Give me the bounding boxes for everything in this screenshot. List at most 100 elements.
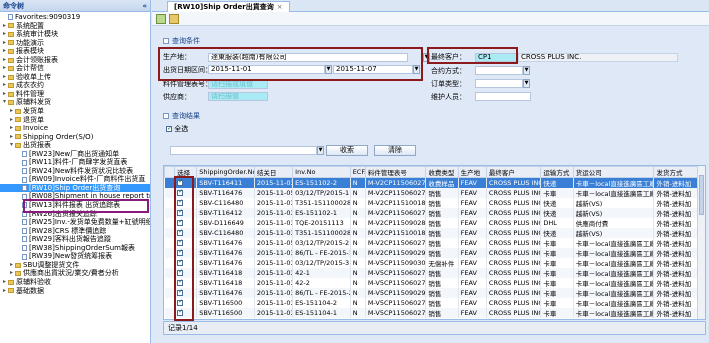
column-header[interactable]: 收费类型 (425, 166, 459, 178)
chevron-down-icon[interactable]: ▼ (317, 146, 324, 155)
expand-toggle-icon[interactable]: ▸ (8, 269, 15, 278)
close-icon[interactable]: × (277, 3, 283, 11)
tree-item[interactable]: [RW23]New厂商出货通知单 (0, 150, 150, 159)
tree-item[interactable]: ▸ Invoice (0, 124, 150, 133)
tree-item[interactable]: ▸ 供應商出貨狀況/業交/費者分析 (0, 269, 150, 278)
table-row[interactable]: SBV-D1166492015-11-03TQE-20151113NM-V2CP… (164, 218, 705, 228)
tree-item[interactable]: Favorites:9090319 (0, 13, 150, 22)
tree-item[interactable]: ▸ 功能演示 (0, 39, 150, 48)
checkbox-icon[interactable] (166, 124, 172, 133)
collapse-icon[interactable]: « (142, 2, 147, 10)
table-row[interactable]: SBV-C1164802015-11-03T351-151100028-1NM-… (164, 228, 705, 238)
table-cell: CROSS PLUS INC. (486, 208, 542, 218)
table-row[interactable]: SBV-T1164182015-11-0342-1NM-V5CP11506027… (164, 268, 705, 278)
tree-item[interactable]: [RW38]ShippingOrderSum報表 (0, 244, 150, 253)
tree-item[interactable]: ▸ 退货单 (0, 116, 150, 125)
select-all-checkbox[interactable]: 全选 (166, 124, 188, 134)
contract-select[interactable] (475, 66, 523, 75)
tree-item[interactable]: [RW28]CRS 標準價追踪 (0, 227, 150, 236)
tree-item[interactable]: [RW25]Inv.-发货单免费数量+缸號明细信息 (0, 218, 150, 227)
expand-toggle-icon[interactable]: ▸ (8, 261, 15, 270)
maintainer-input[interactable] (475, 92, 531, 101)
expand-toggle-icon[interactable]: ▸ (1, 64, 8, 73)
expand-toggle-icon[interactable]: ▸ (1, 47, 8, 56)
expand-toggle-icon[interactable]: ▸ (1, 278, 8, 287)
expand-toggle-icon[interactable]: ▸ (8, 107, 15, 116)
result-filter-select[interactable] (170, 146, 317, 155)
tree-item[interactable]: ▾ 原辅料发货 (0, 98, 150, 107)
table-row[interactable]: SBV-T1164112015-11-03ES-151102-2NM-V2CP1… (164, 177, 705, 188)
tree-item[interactable]: [RW09]Invoice料件-厂商料件出货直 (0, 175, 150, 184)
expand-toggle-icon[interactable]: ▸ (1, 56, 8, 65)
table-row[interactable]: SBV-T1164762015-11-0386/TL - FE-2015-1NM… (164, 248, 705, 258)
expand-toggle-icon[interactable]: ▸ (8, 124, 15, 133)
tree-item[interactable]: ▸ SBU调整提货文件 (0, 261, 150, 270)
document-icon (22, 253, 27, 260)
scrollbar-thumb[interactable] (699, 175, 704, 215)
expand-toggle-icon[interactable]: ▸ (1, 30, 8, 39)
column-header[interactable]: 料件管理表号 (364, 166, 427, 178)
item-no-input[interactable]: 请扫描或填值 (208, 80, 268, 89)
tree-item[interactable]: ▾ 出货报表 (0, 141, 150, 150)
table-row[interactable]: SBV-T1165002015-11-03ES-151104-1NM-V5CP1… (164, 308, 705, 318)
expand-toggle-icon[interactable]: ▸ (1, 39, 8, 48)
expand-toggle-icon[interactable]: ▸ (8, 133, 15, 142)
expand-toggle-icon[interactable]: ▸ (1, 81, 8, 90)
tree-item-label: [RW10]Ship Order出货查询 (29, 183, 121, 192)
order-type-select[interactable] (475, 79, 523, 88)
table-row[interactable]: SBV-C1164802015-11-03T351-151100028-2NM-… (164, 198, 705, 208)
tree-item[interactable]: ▸ 报表模块 (0, 47, 150, 56)
table-cell: 03/12/TP/2015-2 (292, 238, 351, 248)
table-row[interactable]: SBV-T1164762015-11-0386/TL - FE-2015-2NM… (164, 288, 705, 298)
expand-toggle-icon[interactable]: ▸ (1, 90, 8, 99)
column-header[interactable]: 生产地 (457, 166, 487, 178)
tree-item[interactable]: ▸ 发货单 (0, 107, 150, 116)
tree-item[interactable]: [RW39]New發货统筹报表 (0, 252, 150, 261)
tree-item[interactable]: ▸ Shipping Order(S/O) (0, 133, 150, 142)
tree-item[interactable]: ▸ 会计帮信 (0, 64, 150, 73)
column-header[interactable]: 结关日 (253, 166, 294, 178)
table-row[interactable]: SBV-T1164762015-11-0503/12/TP/2015-1NM-V… (164, 188, 705, 198)
tree-item[interactable]: ▸ 料件管理 (0, 90, 150, 99)
collapse-toggle-icon[interactable]: ▾ (8, 141, 15, 150)
column-header[interactable]: 运输方式 (540, 166, 574, 178)
expand-toggle-icon[interactable]: ▸ (8, 116, 15, 125)
chevron-down-icon[interactable]: ▼ (523, 79, 530, 88)
tree-item[interactable]: ▸ 成衣衣约 (0, 81, 150, 90)
tree-item-selected[interactable]: [RW10]Ship Order出货查询 (0, 183, 150, 193)
collapse-box-icon[interactable] (163, 113, 169, 119)
collapse-box-icon[interactable] (163, 38, 169, 44)
excel-icon[interactable] (169, 14, 179, 24)
tree-item[interactable]: ▸ 原辅料验收 (0, 278, 150, 287)
tree-item[interactable]: [RW29]客料出货報告追蹤 (0, 235, 150, 244)
expand-toggle-icon[interactable]: ▸ (1, 22, 8, 31)
export-icon[interactable] (156, 14, 166, 24)
collapse-toggle-icon[interactable]: ▾ (1, 98, 8, 107)
column-header[interactable]: ECFA (349, 166, 366, 178)
supplier-input[interactable]: 请扫描值 (208, 92, 268, 101)
tree-item[interactable]: ▸ 系统配置 (0, 22, 150, 31)
tree-item[interactable]: [RW24]New料件发货状况比较表 (0, 167, 150, 176)
vertical-scrollbar[interactable] (697, 166, 705, 319)
tab-rw10[interactable]: [RW10]Ship Order出貨查询 × (167, 1, 290, 12)
table-row[interactable]: SBV-T1165002015-11-03ES-151104-2NM-V5CP1… (164, 298, 705, 308)
expand-toggle-icon[interactable]: ▸ (1, 73, 8, 82)
table-row[interactable]: SBV-T1164182015-11-0342-2NM-V5CP11506027… (164, 278, 705, 288)
table-row[interactable]: SBV-T1164122015-11-03ES-151102-1NM-V2CP1… (164, 208, 705, 218)
tree-item[interactable]: ▸ 系统审计模块 (0, 30, 150, 39)
column-header[interactable]: 最终客户 (485, 166, 542, 178)
clear-button[interactable]: 清除 (374, 145, 416, 156)
tree-item[interactable]: ▸ 验收单上传 (0, 73, 150, 82)
table-row[interactable]: SBV-T1164762015-11-0503/12/TP/2015-2NM-V… (164, 238, 705, 248)
tree-item[interactable]: [RW11]料件-厂商肆字发货直表 (0, 158, 150, 167)
expand-toggle-icon[interactable]: ▸ (1, 287, 8, 296)
column-header[interactable]: 货运公司 (572, 166, 655, 178)
column-header[interactable]: ShippingOrder.No (196, 166, 255, 178)
tree-item[interactable]: ▸ 基础数据 (0, 287, 150, 296)
folder-icon (8, 23, 14, 29)
tree-item[interactable]: ▸ 会计领账报表 (0, 56, 150, 65)
table-row[interactable]: SBV-T1164762015-11-0303/12/TP/2015-3NM-V… (164, 258, 705, 268)
chevron-down-icon[interactable]: ▼ (523, 66, 530, 75)
column-header[interactable]: Inv.No (292, 166, 351, 178)
search-button[interactable]: 收索 (326, 145, 368, 156)
